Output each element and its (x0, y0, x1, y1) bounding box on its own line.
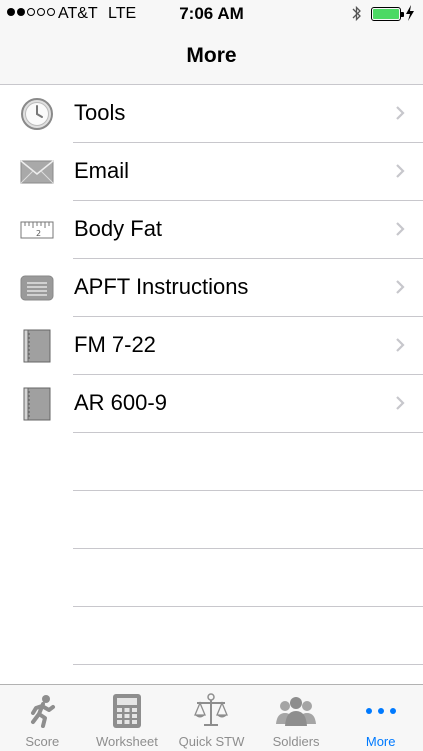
chevron-right-icon (396, 164, 405, 178)
empty-row (0, 607, 423, 665)
list-item-apft-instructions[interactable]: APFT Instructions (0, 259, 423, 317)
list-item-fm-7-22[interactable]: FM 7-22 (0, 317, 423, 375)
chevron-right-icon (396, 396, 405, 410)
scale-icon (169, 693, 254, 729)
more-dots-icon (338, 693, 423, 729)
list-item-body-fat[interactable]: 2 Body Fat (0, 201, 423, 259)
book-icon (20, 387, 54, 421)
status-bar: AT&T LTE 7:06 AM (0, 0, 423, 28)
tab-quick-stw[interactable]: Quick STW (169, 685, 254, 751)
runner-icon (0, 693, 85, 729)
tab-score[interactable]: Score (0, 685, 85, 751)
book-icon (20, 329, 54, 363)
list-item-tools[interactable]: Tools (0, 85, 423, 143)
battery-icon (371, 7, 404, 21)
page-title: More (186, 44, 237, 67)
chevron-right-icon (396, 222, 405, 236)
list-item-label: FM 7-22 (74, 332, 156, 357)
svg-text:2: 2 (36, 229, 41, 238)
list-item-label: APFT Instructions (74, 274, 249, 299)
envelope-icon (20, 155, 54, 189)
tab-soldiers[interactable]: Soldiers (254, 685, 339, 751)
bluetooth-icon (352, 5, 361, 22)
tab-more[interactable]: More (338, 685, 423, 751)
clock-icon (20, 97, 54, 131)
tab-label: Score (25, 734, 60, 749)
chevron-right-icon (396, 106, 405, 120)
calculator-icon (85, 693, 170, 729)
tab-label: More (365, 734, 396, 749)
tab-label: Soldiers (272, 734, 320, 749)
list-item-label: Tools (74, 100, 126, 125)
chevron-right-icon (396, 338, 405, 352)
list-item-ar-600-9[interactable]: AR 600-9 (0, 375, 423, 433)
list-item-label: AR 600-9 (74, 390, 167, 415)
more-menu-list: Tools Email 2 Body Fat APFT Instructions… (0, 85, 423, 665)
empty-row (0, 491, 423, 549)
tab-label: Quick STW (178, 734, 245, 749)
tab-bar: Score Worksheet Quick STW Soldiers More (0, 684, 423, 751)
list-item-email[interactable]: Email (0, 143, 423, 201)
list-item-label: Email (74, 158, 130, 183)
tab-label: Worksheet (95, 734, 158, 749)
list-document-icon (20, 271, 54, 305)
ruler-icon: 2 (20, 213, 54, 247)
chevron-right-icon (396, 280, 405, 294)
charging-bolt-icon (406, 5, 414, 21)
empty-row (0, 433, 423, 491)
list-item-label: Body Fat (74, 216, 163, 241)
navigation-bar: More (0, 28, 423, 85)
empty-row (0, 549, 423, 607)
people-icon (254, 693, 339, 729)
tab-worksheet[interactable]: Worksheet (85, 685, 170, 751)
